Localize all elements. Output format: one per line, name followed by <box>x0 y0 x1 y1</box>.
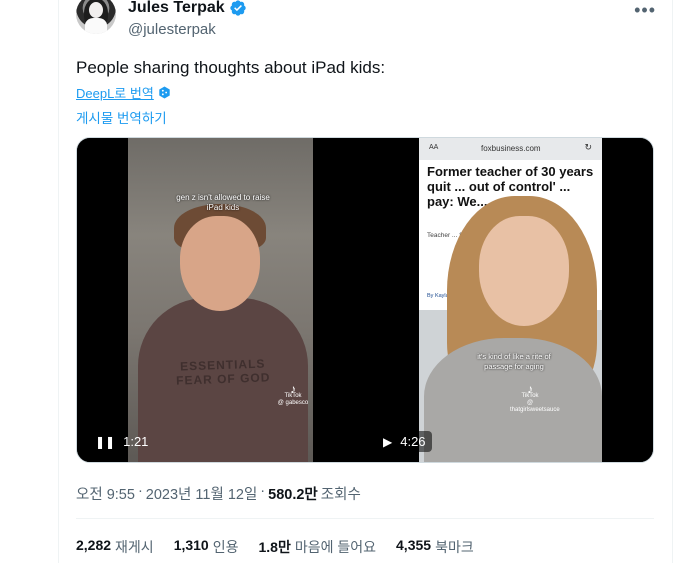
meta-separator: · <box>137 483 143 499</box>
video-1[interactable]: ESSENTIALS FEAR OF GOD gen z isn't allow… <box>77 138 364 462</box>
divider <box>76 518 654 519</box>
video-2[interactable]: AA foxbusiness.com ↻ Former teacher of 3… <box>367 138 653 462</box>
stat-likes[interactable]: 1.8만 마음에 들어요 <box>259 537 377 557</box>
meta-separator: · <box>260 483 266 499</box>
stat-bookmarks[interactable]: 4,355 북마크 <box>396 537 474 557</box>
author-name-row[interactable]: Jules Terpak <box>128 0 247 17</box>
tweet-text: People sharing thoughts about iPad kids: <box>76 58 386 77</box>
tiktok-watermark: ♪ TikTok @ thatgirlsweetsauce <box>510 382 560 413</box>
column-border-left <box>58 0 59 563</box>
deepl-icon <box>159 86 170 99</box>
tiktok-icon: ♪ <box>290 382 296 396</box>
video-1-controls[interactable]: ❚❚ 1:21 <box>89 431 154 452</box>
video-2-caption: it's kind of like a rite of passage for … <box>477 352 551 371</box>
pause-icon[interactable]: ❚❚ <box>95 435 115 449</box>
avatar[interactable] <box>76 0 116 34</box>
stat-reposts[interactable]: 2,282 재게시 <box>76 537 154 557</box>
video-1-caption: gen z isn't allowed to raise iPad kids <box>176 193 270 212</box>
tweet-date[interactable]: 2023년 11월 12일 <box>146 483 258 504</box>
translate-deepl-row[interactable]: DeepL로 번역 <box>76 83 171 102</box>
tiktok-icon: ♪ <box>527 382 533 396</box>
browser-url: foxbusiness.com <box>481 144 541 153</box>
more-icon[interactable]: ••• <box>634 0 656 21</box>
refresh-icon: ↻ <box>584 142 592 152</box>
views-label: 조회수 <box>320 487 361 503</box>
media-grid: ESSENTIALS FEAR OF GOD gen z isn't allow… <box>76 137 654 463</box>
stat-quotes[interactable]: 1,310 인용 <box>174 537 239 557</box>
views-count: 580.2만 <box>268 487 318 503</box>
browser-address-bar: AA foxbusiness.com ↻ <box>419 138 602 160</box>
video-2-duration: 4:26 <box>400 434 426 449</box>
tweet-meta: 오전 9:55 · 2023년 11월 12일 · 580.2만 조회수 <box>76 483 361 504</box>
translate-post-link[interactable]: 게시물 번역하기 <box>76 107 167 127</box>
video-1-thumbnail: ESSENTIALS FEAR OF GOD gen z isn't allow… <box>128 138 313 462</box>
video-2-controls[interactable]: ▶ 4:26 <box>377 431 432 452</box>
hoodie-print: ESSENTIALS FEAR OF GOD <box>175 356 271 388</box>
verified-badge-icon <box>229 0 246 16</box>
translate-deepl-link[interactable]: DeepL로 번역 <box>76 83 154 102</box>
play-icon[interactable]: ▶ <box>383 435 392 449</box>
author-name[interactable]: Jules Terpak <box>128 0 225 17</box>
engagement-stats: 2,282 재게시 1,310 인용 1.8만 마음에 들어요 4,355 북마… <box>76 537 474 557</box>
tiktok-watermark: ♪ TikTok @ gabesco <box>273 382 313 407</box>
tweet-time[interactable]: 오전 9:55 <box>76 483 135 504</box>
author-handle[interactable]: @julesterpak <box>128 21 216 38</box>
column-border-right <box>672 0 673 563</box>
tweet-header: Jules Terpak @julesterpak ••• <box>76 0 660 42</box>
video-1-duration: 1:21 <box>123 434 149 449</box>
